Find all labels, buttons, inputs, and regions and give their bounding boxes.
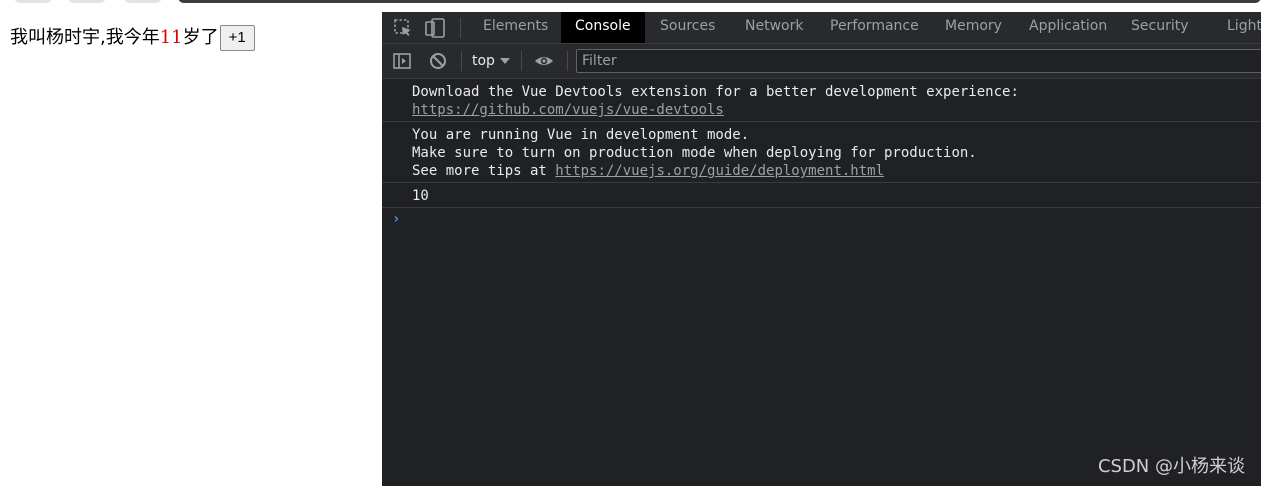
console-message-text: See more tips at [412, 163, 556, 179]
console-message: 10 [382, 183, 1261, 208]
tab-lighthouse[interactable]: Lighth [1213, 12, 1261, 43]
intro-text: 我叫杨时宇,我今年 [10, 27, 160, 48]
toolbar-divider-2 [521, 51, 522, 71]
page-text-line: 我叫杨时宇,我今年11岁了 +1 [10, 25, 255, 51]
browser-back-button[interactable] [14, 0, 52, 3]
console-message: You are running Vue in development mode.… [382, 122, 1261, 183]
console-prompt[interactable]: › [382, 208, 1261, 230]
console-filter-input[interactable] [576, 49, 1261, 73]
devtools-tabbar: Elements Console Sources Network Perform… [382, 12, 1261, 44]
age-value: 11 [159, 27, 183, 48]
tab-console[interactable]: Console [561, 12, 645, 43]
context-selector-label: top [472, 53, 495, 69]
device-toolbar-icon[interactable] [424, 17, 446, 39]
prompt-caret-icon: › [392, 211, 401, 227]
browser-forward-button[interactable] [68, 0, 106, 3]
console-output: Download the Vue Devtools extension for … [382, 79, 1261, 486]
tab-elements[interactable]: Elements [469, 12, 562, 43]
address-bar[interactable] [178, 0, 1261, 3]
vue-deployment-link[interactable]: https://vuejs.org/guide/deployment.html [555, 163, 884, 179]
increment-age-button[interactable]: +1 [219, 25, 255, 51]
watermark: CSDN @小杨来谈 [1097, 456, 1245, 477]
tab-network[interactable]: Network [731, 12, 817, 43]
tab-application[interactable]: Application [1015, 12, 1121, 43]
console-message-text: Download the Vue Devtools extension for … [412, 84, 1019, 100]
toolbar-divider-1 [461, 51, 462, 71]
live-expression-icon[interactable] [533, 50, 555, 72]
dropdown-arrow-icon [499, 58, 510, 64]
console-message-text: You are running Vue in development mode. [412, 127, 750, 143]
tab-security[interactable]: Security [1117, 12, 1203, 43]
clear-console-icon[interactable] [427, 50, 449, 72]
devtools-panel: Elements Console Sources Network Perform… [382, 12, 1261, 486]
console-sidebar-icon[interactable] [391, 50, 413, 72]
toolbar-divider-3 [567, 51, 568, 71]
screen: 我叫杨时宇,我今年11岁了 +1 Elements Console Sources… [0, 0, 1261, 486]
tab-memory[interactable]: Memory [931, 12, 1016, 43]
console-message-text: Make sure to turn on production mode whe… [412, 145, 977, 161]
browser-reload-button[interactable] [124, 0, 162, 3]
tab-performance[interactable]: Performance [816, 12, 933, 43]
suffix-text: 岁了 [182, 27, 219, 48]
tabbar-divider [460, 18, 461, 38]
page-viewport: 我叫杨时宇,我今年11岁了 +1 [0, 5, 382, 486]
console-message: Download the Vue Devtools extension for … [382, 79, 1261, 122]
context-selector[interactable]: top [472, 44, 510, 78]
tab-sources[interactable]: Sources [646, 12, 729, 43]
console-toolbar: top [382, 44, 1261, 79]
vue-devtools-link[interactable]: https://github.com/vuejs/vue-devtools [412, 102, 724, 118]
inspect-element-icon[interactable] [392, 17, 414, 39]
console-log-value: 10 [412, 188, 429, 204]
